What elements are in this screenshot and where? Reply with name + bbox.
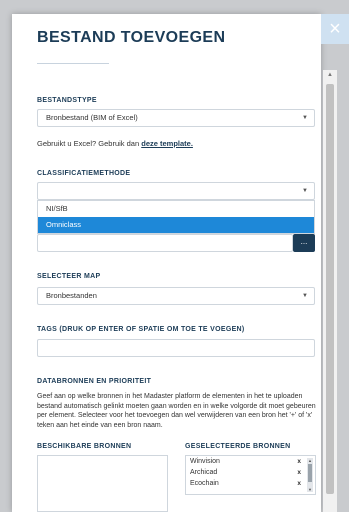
list-item: Ecochain x bbox=[186, 478, 315, 489]
dropdown-option-omniclass[interactable]: Omniclass bbox=[38, 217, 314, 233]
scroll-thumb[interactable] bbox=[308, 464, 312, 482]
browse-button[interactable]: ... bbox=[293, 234, 315, 252]
available-sources-label: BESCHIKBARE BRONNEN bbox=[37, 443, 132, 450]
modal-scrollbar[interactable]: ▲ bbox=[323, 70, 337, 512]
arrow-down-icon[interactable]: ▼ bbox=[307, 487, 313, 492]
excel-help-text: Gebruikt u Excel? Gebruik dan deze templ… bbox=[37, 139, 193, 148]
list-item: Winvision x bbox=[186, 456, 315, 467]
classificatie-select[interactable]: ▼ bbox=[37, 182, 315, 200]
chevron-down-icon: ▼ bbox=[302, 115, 308, 121]
dropdown-option-nisfb[interactable]: NI/SfB bbox=[38, 201, 314, 217]
file-path-input[interactable] bbox=[37, 234, 293, 252]
add-file-modal: BESTAND TOEVOEGEN bbox=[12, 14, 321, 512]
bestandstype-value: Bronbestand (BIM of Excel) bbox=[46, 113, 138, 122]
remove-source-button[interactable]: x bbox=[297, 467, 301, 478]
chevron-down-icon: ▼ bbox=[302, 293, 308, 299]
classificatie-dropdown: NI/SfB Omniclass bbox=[37, 200, 315, 234]
title-divider bbox=[37, 63, 109, 64]
map-label: SELECTEER MAP bbox=[37, 273, 101, 280]
selected-list-scrollbar[interactable]: ▲ ▼ bbox=[307, 458, 313, 492]
databronnen-label: DATABRONNEN EN PRIORITEIT bbox=[37, 378, 152, 385]
bestandstype-label: BESTANDSTYPE bbox=[37, 97, 97, 104]
classificatie-label: CLASSIFICATIEMETHODE bbox=[37, 170, 131, 177]
modal-scroll-thumb[interactable] bbox=[326, 84, 334, 494]
template-link[interactable]: deze template. bbox=[141, 139, 193, 148]
map-value: Bronbestanden bbox=[46, 291, 97, 300]
available-sources-list[interactable] bbox=[37, 455, 168, 512]
modal-title: BESTAND TOEVOEGEN bbox=[37, 29, 226, 46]
remove-source-button[interactable]: x bbox=[297, 478, 301, 489]
remove-source-button[interactable]: x bbox=[297, 456, 301, 467]
close-icon: × bbox=[329, 18, 341, 40]
bestandstype-select[interactable]: Bronbestand (BIM of Excel) ▼ bbox=[37, 109, 315, 127]
source-name: Ecochain bbox=[190, 480, 219, 487]
databronnen-description: Geef aan op welke bronnen in het Madaste… bbox=[37, 393, 316, 429]
close-button[interactable]: × bbox=[321, 14, 349, 44]
chevron-down-icon: ▼ bbox=[302, 188, 308, 194]
tags-label: TAGS (DRUK OP ENTER OF SPATIE OM TOE TE … bbox=[37, 326, 245, 333]
selected-sources-label: GESELECTEERDE BRONNEN bbox=[185, 443, 291, 450]
arrow-up-icon[interactable]: ▲ bbox=[323, 72, 337, 78]
arrow-up-icon[interactable]: ▲ bbox=[307, 458, 313, 463]
map-select[interactable]: Bronbestanden ▼ bbox=[37, 287, 315, 305]
tags-input[interactable] bbox=[37, 339, 315, 357]
selected-sources-list[interactable]: Winvision x Archicad x Ecochain x ▲ ▼ bbox=[185, 455, 316, 495]
source-name: Archicad bbox=[190, 469, 218, 476]
excel-help-prefix: Gebruikt u Excel? Gebruik dan bbox=[37, 139, 142, 148]
source-name: Winvision bbox=[190, 458, 220, 465]
list-item: Archicad x bbox=[186, 467, 315, 478]
